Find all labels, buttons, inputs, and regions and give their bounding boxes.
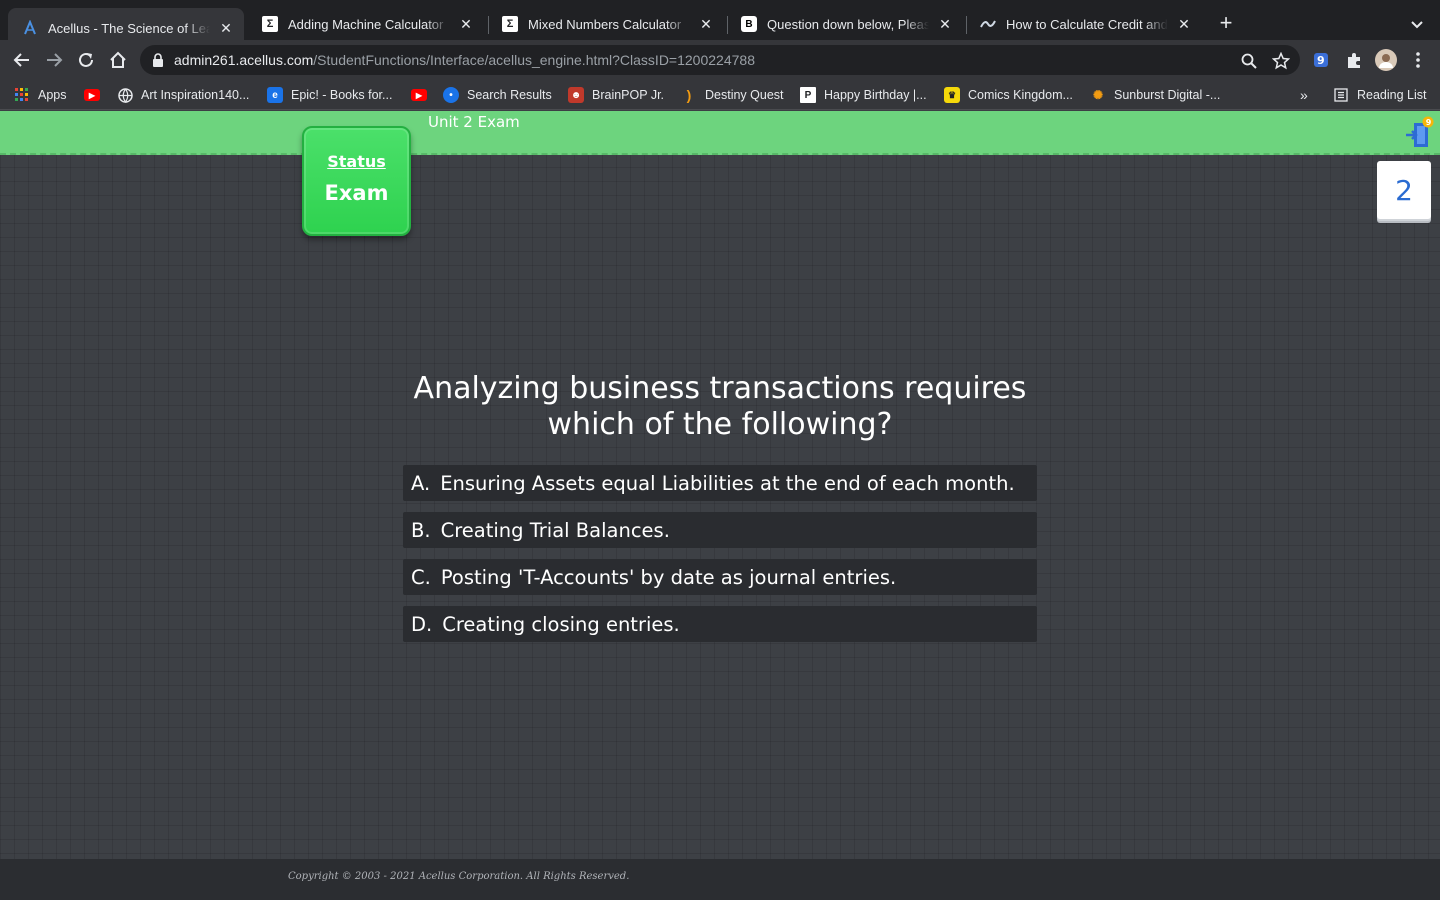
browser-tab-adding-machine[interactable]: Σ Adding Machine Calculator ✕ — [248, 8, 484, 40]
browser-toolbar: admin261.acellus.com/StudentFunctions/In… — [0, 40, 1440, 80]
answer-letter: A. — [411, 471, 431, 495]
more-bookmarks-chevron-icon[interactable]: » — [1300, 86, 1308, 104]
status-label[interactable]: Status — [304, 152, 409, 171]
answer-option-b[interactable]: B. Creating Trial Balances. — [403, 512, 1037, 548]
destiny-icon: ) — [686, 87, 692, 103]
youtube-icon: ▶ — [411, 89, 427, 101]
answer-option-c[interactable]: C. Posting 'T-Accounts' by date as journ… — [403, 559, 1037, 595]
status-card: Status Exam — [302, 126, 411, 236]
url-text: admin261.acellus.com/StudentFunctions/In… — [174, 52, 755, 68]
bookmark-apps[interactable]: Apps — [14, 86, 67, 104]
answer-option-d[interactable]: D. Creating closing entries. — [403, 606, 1037, 642]
svg-text:9: 9 — [1317, 54, 1325, 67]
reading-list-icon — [1333, 87, 1349, 103]
tab-title: Question down below, Please answer — [767, 16, 929, 32]
copyright-text: Copyright © 2003 - 2021 Acellus Corporat… — [288, 871, 630, 882]
bookmark-label: Destiny Quest — [705, 88, 784, 102]
bookmark-star-icon[interactable] — [1271, 51, 1291, 70]
url-host: admin261.acellus.com — [174, 52, 314, 68]
bookmark-reading-list[interactable]: Reading List — [1333, 86, 1427, 104]
forward-arrow-icon[interactable] — [42, 48, 66, 72]
answer-text: Creating Trial Balances. — [440, 518, 670, 542]
bookmark-label: Sunburst Digital -... — [1114, 88, 1221, 102]
search-results-icon: • — [443, 87, 459, 103]
answer-option-a[interactable]: A. Ensuring Assets equal Liabilities at … — [403, 465, 1037, 501]
p-icon: P — [800, 87, 816, 103]
bookmark-comics-kingdom[interactable]: ♛ Comics Kingdom... — [944, 86, 1073, 104]
answer-letter: C. — [411, 565, 431, 589]
bookmark-label: BrainPOP Jr. — [592, 88, 665, 102]
bookmark-label: Happy Birthday |... — [824, 88, 927, 102]
bookmark-youtube[interactable]: ▶ — [84, 86, 108, 104]
exam-header-bar: Unit 2 Exam 9 — [0, 111, 1440, 155]
back-arrow-icon[interactable] — [10, 48, 34, 72]
exam-title: Unit 2 Exam — [428, 113, 520, 131]
home-icon[interactable] — [106, 48, 130, 72]
extensions-puzzle-icon[interactable] — [1343, 49, 1365, 71]
tab-title: Mixed Numbers Calculator — [528, 16, 682, 32]
answer-text: Creating closing entries. — [442, 612, 680, 636]
bookmark-label: Apps — [38, 88, 67, 102]
wave-icon — [980, 16, 996, 32]
status-value: Exam — [324, 181, 389, 205]
answer-letter: B. — [411, 518, 431, 542]
exit-door-icon[interactable]: 9 — [1404, 115, 1436, 149]
sunburst-icon: ✺ — [1092, 88, 1104, 102]
bookmarks-bar: Apps ▶ Art Inspiration140... e Epic! - B… — [0, 80, 1440, 110]
answer-list: A. Ensuring Assets equal Liabilities at … — [403, 465, 1037, 653]
comics-icon: ♛ — [944, 87, 960, 103]
browser-menu-icon[interactable] — [1407, 49, 1429, 71]
bookmark-epic[interactable]: e Epic! - Books for... — [267, 86, 392, 104]
calculator-site-icon: Σ — [262, 16, 278, 32]
tab-title: How to Calculate Credit and Debit — [1006, 16, 1168, 32]
tab-title: Adding Machine Calculator — [288, 16, 444, 32]
tab-title: Acellus - The Science of Learning — [48, 20, 210, 36]
bookmark-brainpop[interactable]: ☻ BrainPOP Jr. — [568, 86, 664, 104]
bookmark-label: Search Results — [467, 88, 552, 102]
bookmark-youtube-2[interactable]: ▶ — [411, 86, 435, 104]
youtube-icon: ▶ — [84, 89, 100, 101]
new-tab-icon[interactable]: + — [1214, 12, 1238, 36]
globe-icon — [117, 87, 133, 103]
close-tab-icon[interactable]: ✕ — [458, 16, 474, 32]
acellus-icon — [22, 20, 38, 36]
reload-icon[interactable] — [74, 48, 98, 72]
browser-tab-mixed-numbers[interactable]: Σ Mixed Numbers Calculator ✕ — [488, 8, 724, 40]
bookmark-search-results[interactable]: • Search Results — [443, 86, 552, 104]
close-tab-icon[interactable]: ✕ — [1176, 16, 1192, 32]
exam-page: Unit 2 Exam 9 Status Exam 2 Analyzing bu… — [0, 111, 1440, 859]
url-path: /StudentFunctions/Interface/acellus_engi… — [313, 52, 755, 68]
apps-grid-icon — [14, 87, 30, 103]
address-bar[interactable]: admin261.acellus.com/StudentFunctions/In… — [140, 45, 1300, 75]
close-tab-icon[interactable]: ✕ — [698, 16, 714, 32]
bookmark-label: Art Inspiration140... — [141, 88, 250, 102]
close-tab-icon[interactable]: ✕ — [937, 16, 953, 32]
answer-letter: D. — [411, 612, 433, 636]
epic-icon: e — [267, 87, 283, 103]
tab-search-chevron-icon[interactable] — [1406, 14, 1428, 34]
lock-icon[interactable] — [152, 53, 164, 72]
brainpop-icon: ☻ — [568, 87, 584, 103]
answer-text: Posting 'T-Accounts' by date as journal … — [440, 565, 897, 589]
exit-badge-label: 9 — [1426, 118, 1432, 127]
calculator-site-icon: Σ — [502, 16, 518, 32]
page-footer: Copyright © 2003 - 2021 Acellus Corporat… — [0, 859, 1440, 900]
bookmark-destiny-quest[interactable]: ) Destiny Quest — [681, 86, 784, 104]
bookmark-sunburst[interactable]: ✺ Sunburst Digital -... — [1090, 86, 1220, 104]
question-number: 2 — [1377, 161, 1431, 219]
zoom-icon[interactable] — [1240, 52, 1258, 70]
bookmark-label: Reading List — [1357, 88, 1427, 102]
question-text: Analyzing business transactions requires… — [413, 371, 1027, 442]
profile-avatar-icon[interactable] — [1375, 49, 1397, 71]
bookmark-happy-birthday[interactable]: P Happy Birthday |... — [800, 86, 927, 104]
browser-tab-credit-debit[interactable]: How to Calculate Credit and Debit ✕ — [966, 8, 1202, 40]
browser-tab-question[interactable]: B Question down below, Please answer ✕ — [727, 8, 963, 40]
close-tab-icon[interactable]: ✕ — [218, 20, 234, 36]
bookmark-label: Comics Kingdom... — [968, 88, 1073, 102]
extension-badge-icon[interactable]: 9 — [1311, 49, 1333, 71]
brainly-icon: B — [741, 16, 757, 32]
bookmark-art-inspiration[interactable]: Art Inspiration140... — [117, 86, 249, 104]
answer-text: Ensuring Assets equal Liabilities at the… — [440, 471, 1015, 495]
bookmark-label: Epic! - Books for... — [291, 88, 393, 102]
